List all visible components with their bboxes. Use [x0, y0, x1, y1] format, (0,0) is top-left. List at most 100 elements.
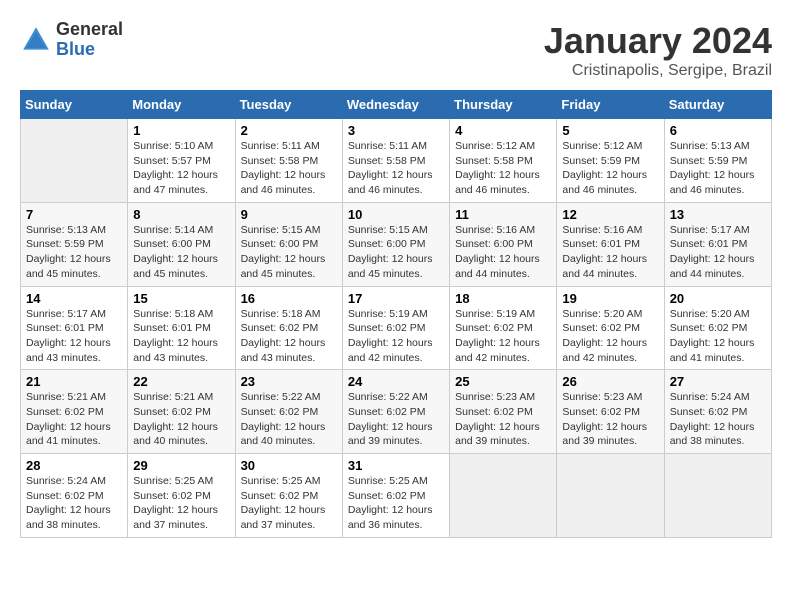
cell-content: 3Sunrise: 5:11 AMSunset: 5:58 PMDaylight… — [348, 123, 444, 198]
cell-date: 24 — [348, 374, 444, 389]
cell-content: 20Sunrise: 5:20 AMSunset: 6:02 PMDayligh… — [670, 291, 766, 366]
calendar-cell: 6Sunrise: 5:13 AMSunset: 5:59 PMDaylight… — [664, 119, 771, 203]
calendar-cell: 7Sunrise: 5:13 AMSunset: 5:59 PMDaylight… — [21, 202, 128, 286]
cell-content: 15Sunrise: 5:18 AMSunset: 6:01 PMDayligh… — [133, 291, 229, 366]
cell-info: Sunrise: 5:19 AMSunset: 6:02 PMDaylight:… — [455, 307, 551, 366]
cell-info: Sunrise: 5:24 AMSunset: 6:02 PMDaylight:… — [26, 474, 122, 533]
subtitle: Cristinapolis, Sergipe, Brazil — [544, 62, 772, 80]
cell-content: 26Sunrise: 5:23 AMSunset: 6:02 PMDayligh… — [562, 374, 658, 449]
calendar-cell: 8Sunrise: 5:14 AMSunset: 6:00 PMDaylight… — [128, 202, 235, 286]
cell-date: 26 — [562, 374, 658, 389]
header-saturday: Saturday — [664, 91, 771, 119]
cell-date: 12 — [562, 207, 658, 222]
calendar-cell — [664, 454, 771, 538]
calendar-cell: 17Sunrise: 5:19 AMSunset: 6:02 PMDayligh… — [342, 286, 449, 370]
cell-date: 25 — [455, 374, 551, 389]
cell-content: 22Sunrise: 5:21 AMSunset: 6:02 PMDayligh… — [133, 374, 229, 449]
cell-date: 18 — [455, 291, 551, 306]
logo: General Blue — [20, 20, 123, 60]
calendar-cell: 5Sunrise: 5:12 AMSunset: 5:59 PMDaylight… — [557, 119, 664, 203]
cell-date: 19 — [562, 291, 658, 306]
cell-info: Sunrise: 5:16 AMSunset: 6:00 PMDaylight:… — [455, 223, 551, 282]
cell-info: Sunrise: 5:13 AMSunset: 5:59 PMDaylight:… — [670, 139, 766, 198]
cell-date: 1 — [133, 123, 229, 138]
cell-content: 7Sunrise: 5:13 AMSunset: 5:59 PMDaylight… — [26, 207, 122, 282]
cell-info: Sunrise: 5:14 AMSunset: 6:00 PMDaylight:… — [133, 223, 229, 282]
cell-content: 6Sunrise: 5:13 AMSunset: 5:59 PMDaylight… — [670, 123, 766, 198]
cell-date: 6 — [670, 123, 766, 138]
header-thursday: Thursday — [450, 91, 557, 119]
calendar-cell — [450, 454, 557, 538]
cell-date: 28 — [26, 458, 122, 473]
title-block: January 2024 Cristinapolis, Sergipe, Bra… — [544, 20, 772, 80]
calendar-cell: 16Sunrise: 5:18 AMSunset: 6:02 PMDayligh… — [235, 286, 342, 370]
calendar-cell: 25Sunrise: 5:23 AMSunset: 6:02 PMDayligh… — [450, 370, 557, 454]
week-row-4: 21Sunrise: 5:21 AMSunset: 6:02 PMDayligh… — [21, 370, 772, 454]
cell-date: 5 — [562, 123, 658, 138]
cell-info: Sunrise: 5:23 AMSunset: 6:02 PMDaylight:… — [455, 390, 551, 449]
cell-info: Sunrise: 5:19 AMSunset: 6:02 PMDaylight:… — [348, 307, 444, 366]
header-sunday: Sunday — [21, 91, 128, 119]
header-wednesday: Wednesday — [342, 91, 449, 119]
calendar-cell: 29Sunrise: 5:25 AMSunset: 6:02 PMDayligh… — [128, 454, 235, 538]
calendar-cell: 28Sunrise: 5:24 AMSunset: 6:02 PMDayligh… — [21, 454, 128, 538]
cell-date: 13 — [670, 207, 766, 222]
cell-date: 21 — [26, 374, 122, 389]
cell-info: Sunrise: 5:10 AMSunset: 5:57 PMDaylight:… — [133, 139, 229, 198]
cell-content: 2Sunrise: 5:11 AMSunset: 5:58 PMDaylight… — [241, 123, 337, 198]
cell-info: Sunrise: 5:20 AMSunset: 6:02 PMDaylight:… — [562, 307, 658, 366]
cell-content: 4Sunrise: 5:12 AMSunset: 5:58 PMDaylight… — [455, 123, 551, 198]
cell-content: 23Sunrise: 5:22 AMSunset: 6:02 PMDayligh… — [241, 374, 337, 449]
calendar-cell: 27Sunrise: 5:24 AMSunset: 6:02 PMDayligh… — [664, 370, 771, 454]
cell-info: Sunrise: 5:11 AMSunset: 5:58 PMDaylight:… — [348, 139, 444, 198]
cell-info: Sunrise: 5:21 AMSunset: 6:02 PMDaylight:… — [26, 390, 122, 449]
cell-date: 7 — [26, 207, 122, 222]
cell-content: 31Sunrise: 5:25 AMSunset: 6:02 PMDayligh… — [348, 458, 444, 533]
calendar-cell: 18Sunrise: 5:19 AMSunset: 6:02 PMDayligh… — [450, 286, 557, 370]
calendar-cell: 26Sunrise: 5:23 AMSunset: 6:02 PMDayligh… — [557, 370, 664, 454]
cell-content: 21Sunrise: 5:21 AMSunset: 6:02 PMDayligh… — [26, 374, 122, 449]
calendar-cell: 30Sunrise: 5:25 AMSunset: 6:02 PMDayligh… — [235, 454, 342, 538]
cell-info: Sunrise: 5:20 AMSunset: 6:02 PMDaylight:… — [670, 307, 766, 366]
main-title: January 2024 — [544, 20, 772, 62]
cell-date: 11 — [455, 207, 551, 222]
cell-date: 15 — [133, 291, 229, 306]
logo-icon — [20, 24, 52, 56]
cell-content: 10Sunrise: 5:15 AMSunset: 6:00 PMDayligh… — [348, 207, 444, 282]
cell-date: 23 — [241, 374, 337, 389]
calendar-cell: 13Sunrise: 5:17 AMSunset: 6:01 PMDayligh… — [664, 202, 771, 286]
logo-blue: Blue — [56, 40, 123, 60]
cell-date: 8 — [133, 207, 229, 222]
calendar-cell: 10Sunrise: 5:15 AMSunset: 6:00 PMDayligh… — [342, 202, 449, 286]
cell-info: Sunrise: 5:25 AMSunset: 6:02 PMDaylight:… — [348, 474, 444, 533]
cell-date: 31 — [348, 458, 444, 473]
week-row-5: 28Sunrise: 5:24 AMSunset: 6:02 PMDayligh… — [21, 454, 772, 538]
cell-date: 3 — [348, 123, 444, 138]
cell-content: 29Sunrise: 5:25 AMSunset: 6:02 PMDayligh… — [133, 458, 229, 533]
cell-content: 25Sunrise: 5:23 AMSunset: 6:02 PMDayligh… — [455, 374, 551, 449]
cell-content: 18Sunrise: 5:19 AMSunset: 6:02 PMDayligh… — [455, 291, 551, 366]
calendar-cell: 14Sunrise: 5:17 AMSunset: 6:01 PMDayligh… — [21, 286, 128, 370]
calendar-cell: 24Sunrise: 5:22 AMSunset: 6:02 PMDayligh… — [342, 370, 449, 454]
cell-date: 16 — [241, 291, 337, 306]
cell-info: Sunrise: 5:22 AMSunset: 6:02 PMDaylight:… — [348, 390, 444, 449]
cell-content: 1Sunrise: 5:10 AMSunset: 5:57 PMDaylight… — [133, 123, 229, 198]
logo-text: General Blue — [56, 20, 123, 60]
cell-info: Sunrise: 5:11 AMSunset: 5:58 PMDaylight:… — [241, 139, 337, 198]
cell-info: Sunrise: 5:16 AMSunset: 6:01 PMDaylight:… — [562, 223, 658, 282]
cell-info: Sunrise: 5:15 AMSunset: 6:00 PMDaylight:… — [348, 223, 444, 282]
calendar-cell: 21Sunrise: 5:21 AMSunset: 6:02 PMDayligh… — [21, 370, 128, 454]
cell-date: 4 — [455, 123, 551, 138]
cell-content: 11Sunrise: 5:16 AMSunset: 6:00 PMDayligh… — [455, 207, 551, 282]
cell-info: Sunrise: 5:21 AMSunset: 6:02 PMDaylight:… — [133, 390, 229, 449]
cell-content: 9Sunrise: 5:15 AMSunset: 6:00 PMDaylight… — [241, 207, 337, 282]
calendar-cell — [557, 454, 664, 538]
cell-info: Sunrise: 5:13 AMSunset: 5:59 PMDaylight:… — [26, 223, 122, 282]
cell-content: 28Sunrise: 5:24 AMSunset: 6:02 PMDayligh… — [26, 458, 122, 533]
cell-info: Sunrise: 5:12 AMSunset: 5:59 PMDaylight:… — [562, 139, 658, 198]
cell-date: 20 — [670, 291, 766, 306]
calendar-cell — [21, 119, 128, 203]
calendar-cell: 12Sunrise: 5:16 AMSunset: 6:01 PMDayligh… — [557, 202, 664, 286]
header-friday: Friday — [557, 91, 664, 119]
cell-content: 30Sunrise: 5:25 AMSunset: 6:02 PMDayligh… — [241, 458, 337, 533]
